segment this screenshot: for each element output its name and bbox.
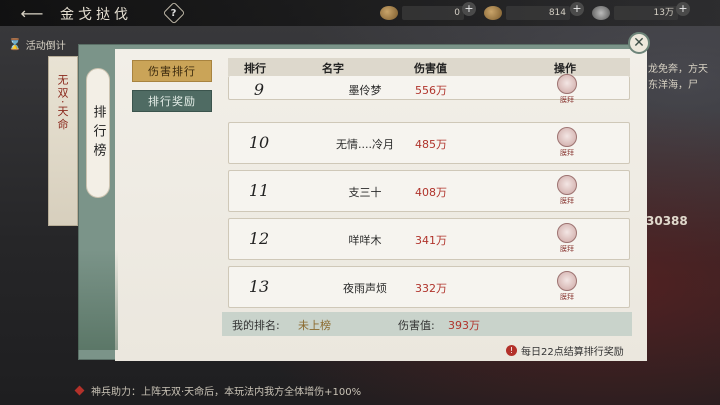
bamboo-decoration: [78, 250, 118, 350]
worship-label: 膜拜: [560, 293, 574, 301]
rank-number: 13: [248, 277, 270, 296]
back-arrow-icon[interactable]: ⟵: [14, 4, 50, 23]
damage-value: 556万: [415, 84, 447, 97]
top-bar: ⟵ 金戈挞伐 ? 0 + 814 + 13万 +: [0, 0, 720, 26]
resource-value: 13万: [614, 6, 678, 20]
worship-label: 膜拜: [560, 245, 574, 253]
add-ingot-button[interactable]: +: [570, 2, 584, 16]
worship-label: 膜拜: [560, 96, 574, 104]
tab-ranking-rewards[interactable]: 排行奖励: [132, 90, 212, 112]
worship-icon: [557, 175, 577, 195]
resource-coin: 13万: [592, 4, 678, 22]
ingot-currency-icon: [484, 6, 502, 20]
worship-icon: [557, 74, 577, 94]
tab-damage-ranking[interactable]: 伤害排行: [132, 60, 212, 82]
worship-button[interactable]: 膜拜: [555, 175, 579, 209]
resource-value: 814: [506, 6, 570, 20]
side-tab-label: 排行榜: [90, 104, 106, 162]
worship-icon: [557, 271, 577, 291]
add-leaf-button[interactable]: +: [462, 2, 476, 16]
table-row: 9 墨伶梦 556万 膜拜: [228, 74, 630, 104]
my-rank-label: 我的排名:: [232, 319, 280, 332]
worship-label: 膜拜: [560, 197, 574, 205]
worship-icon: [557, 127, 577, 147]
resource-leaf: 0: [380, 4, 464, 22]
settlement-notice: ! 每日22点结算排行奖励: [506, 343, 624, 358]
table-row: 13 夜雨声烦 332万 膜拜: [228, 266, 630, 308]
worship-label: 膜拜: [560, 149, 574, 157]
my-damage-value: 393万: [448, 319, 480, 332]
worship-button[interactable]: 膜拜: [555, 127, 579, 161]
rank-number: 11: [248, 181, 270, 200]
damage-value: 341万: [415, 234, 447, 247]
coin-currency-icon: [592, 6, 610, 20]
page-title: 金戈挞伐: [60, 7, 132, 23]
damage-value: 485万: [415, 138, 447, 151]
bonus-info: 神兵助力：上阵无双·天命后，本玩法内我方全体增伤+100%: [74, 383, 362, 398]
add-coin-button[interactable]: +: [676, 2, 690, 16]
warning-icon: !: [506, 344, 517, 356]
damage-value: 408万: [415, 186, 447, 199]
leaderboard-side-tab[interactable]: 排行榜: [86, 68, 110, 198]
right-story-text: 龙免奔，方天 东洋海，尸: [648, 62, 720, 94]
resource-ingot: 814: [484, 4, 570, 22]
column-header-damage: 伤害值: [414, 62, 447, 75]
my-rank-bar: 我的排名: 未上榜 伤害值: 393万: [222, 312, 632, 336]
rank-number: 12: [248, 229, 270, 248]
worship-button[interactable]: 膜拜: [555, 223, 579, 257]
hourglass-icon: ⌛: [8, 37, 22, 51]
activity-label: 活动倒计: [25, 40, 66, 52]
my-damage-label: 伤害值:: [398, 319, 435, 332]
damage-value: 332万: [415, 282, 447, 295]
close-button[interactable]: ✕: [628, 32, 650, 54]
boss-damage-number: 30388: [646, 214, 688, 228]
table-row: 10 无情....冷月 485万 膜拜: [228, 122, 630, 164]
story-line: 东洋海，尸: [648, 80, 698, 91]
left-banner-text: 无双·天命: [56, 74, 69, 132]
resource-value: 0: [402, 6, 464, 20]
worship-icon: [557, 223, 577, 243]
rank-number: 9: [253, 80, 265, 99]
diamond-bullet-icon: [74, 385, 85, 395]
notice-text: 每日22点结算排行奖励: [521, 346, 624, 358]
help-icon[interactable]: ?: [162, 1, 186, 25]
rank-number: 10: [248, 133, 270, 152]
column-header-rank: 排行: [244, 62, 266, 75]
table-row: 11 支三十 408万 膜拜: [228, 170, 630, 212]
bonus-info-text: 神兵助力：上阵无双·天命后，本玩法内我方全体增伤+100%: [91, 386, 362, 398]
story-line: 龙免奔，方天: [648, 64, 708, 75]
leaf-currency-icon: [380, 6, 398, 20]
table-row: 12 咩咩木 341万 膜拜: [228, 218, 630, 260]
worship-button[interactable]: 膜拜: [555, 271, 579, 305]
my-rank-value: 未上榜: [298, 319, 331, 332]
column-header-name: 名字: [322, 62, 344, 75]
worship-button[interactable]: 膜拜: [555, 74, 579, 108]
